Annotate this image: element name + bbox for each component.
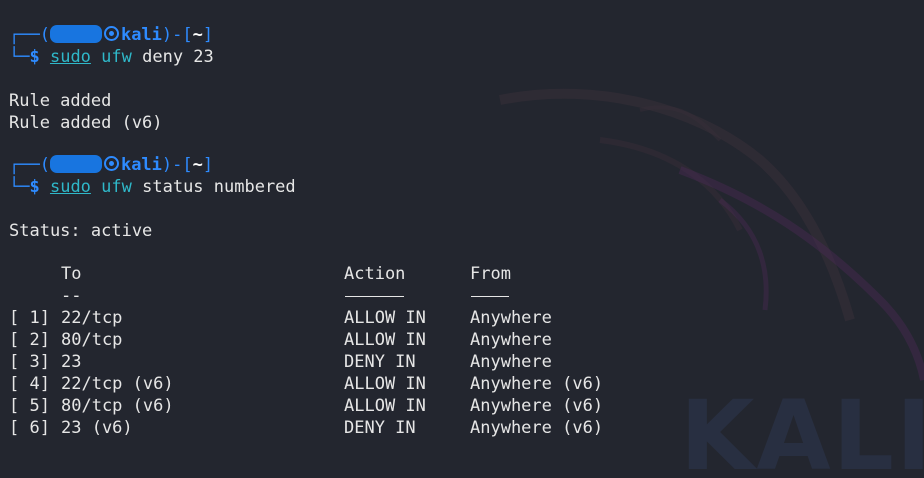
prompt-host-1: kali: [120, 25, 162, 45]
table-row-num: [ 5]: [9, 396, 50, 416]
table-row-from: Anywhere: [470, 330, 552, 350]
table-row-from: Anywhere (v6): [470, 418, 604, 438]
cmd-args-1: deny 23: [131, 47, 214, 67]
redacted-username-1: [49, 25, 102, 43]
table-row-from: Anywhere: [470, 352, 552, 372]
table-row-from: Anywhere (v6): [470, 396, 604, 416]
kali-skull-icon: [103, 156, 119, 171]
prompt-command-2: └─$ sudo ufw status numbered: [9, 177, 296, 197]
cmd-args-2: status numbered: [131, 177, 296, 197]
status-line: Status: active: [9, 221, 153, 241]
output-line-2: Rule added (v6): [9, 113, 163, 133]
table-row-num: [ 3]: [9, 352, 50, 372]
table-row-action: ALLOW IN: [344, 308, 426, 328]
table-header-action: Action: [344, 264, 406, 284]
table-row-num: [ 2]: [9, 330, 50, 350]
table-row-from: Anywhere: [470, 308, 552, 328]
table-row-to: 80/tcp (v6): [61, 396, 174, 416]
table-row-to: 80/tcp: [61, 330, 123, 350]
table-row-num: [ 1]: [9, 308, 50, 328]
cmd-bin-1: ufw: [101, 47, 132, 67]
table-row-action: ALLOW IN: [344, 374, 426, 394]
kali-skull-icon: [103, 26, 119, 41]
table-row-to: 22/tcp (v6): [61, 374, 174, 394]
table-underline-action: [345, 285, 404, 307]
table-row-to: 23: [61, 352, 82, 372]
kali-watermark: KALI: [680, 380, 924, 478]
cmd-bin-2: ufw: [101, 177, 132, 197]
cmd-sudo-2: sudo: [49, 177, 91, 197]
table-row-action: ALLOW IN: [344, 330, 426, 350]
terminal-window[interactable]: KALI ┌──(kali)-[~] └─$ sudo ufw deny 23 …: [0, 0, 924, 478]
table-row-from: Anywhere (v6): [470, 374, 604, 394]
cmd-sudo-1: sudo: [49, 47, 91, 67]
table-row-action: ALLOW IN: [344, 396, 426, 416]
prompt-header-2: ┌──(kali)-[~]: [9, 155, 214, 175]
prompt-command-1: └─$ sudo ufw deny 23: [9, 47, 214, 67]
prompt-host-2: kali: [120, 155, 162, 175]
table-row-action: DENY IN: [344, 352, 416, 372]
table-row-num: [ 6]: [9, 418, 50, 438]
table-row-to: 23 (v6): [61, 418, 133, 438]
table-row-to: 22/tcp: [61, 308, 123, 328]
prompt-header-1: ┌──(kali)-[~]: [9, 25, 214, 45]
table-underline-from: [471, 285, 509, 307]
prompt-dir-2: ~: [192, 155, 203, 175]
redacted-username-2: [49, 155, 102, 173]
output-line-1: Rule added: [9, 91, 112, 111]
table-header-to: To: [61, 264, 82, 284]
table-row-num: [ 4]: [9, 374, 50, 394]
table-row-action: DENY IN: [344, 418, 416, 438]
table-underline-to: --: [61, 286, 82, 306]
table-header-from: From: [470, 264, 511, 284]
prompt-dir-1: ~: [192, 25, 203, 45]
